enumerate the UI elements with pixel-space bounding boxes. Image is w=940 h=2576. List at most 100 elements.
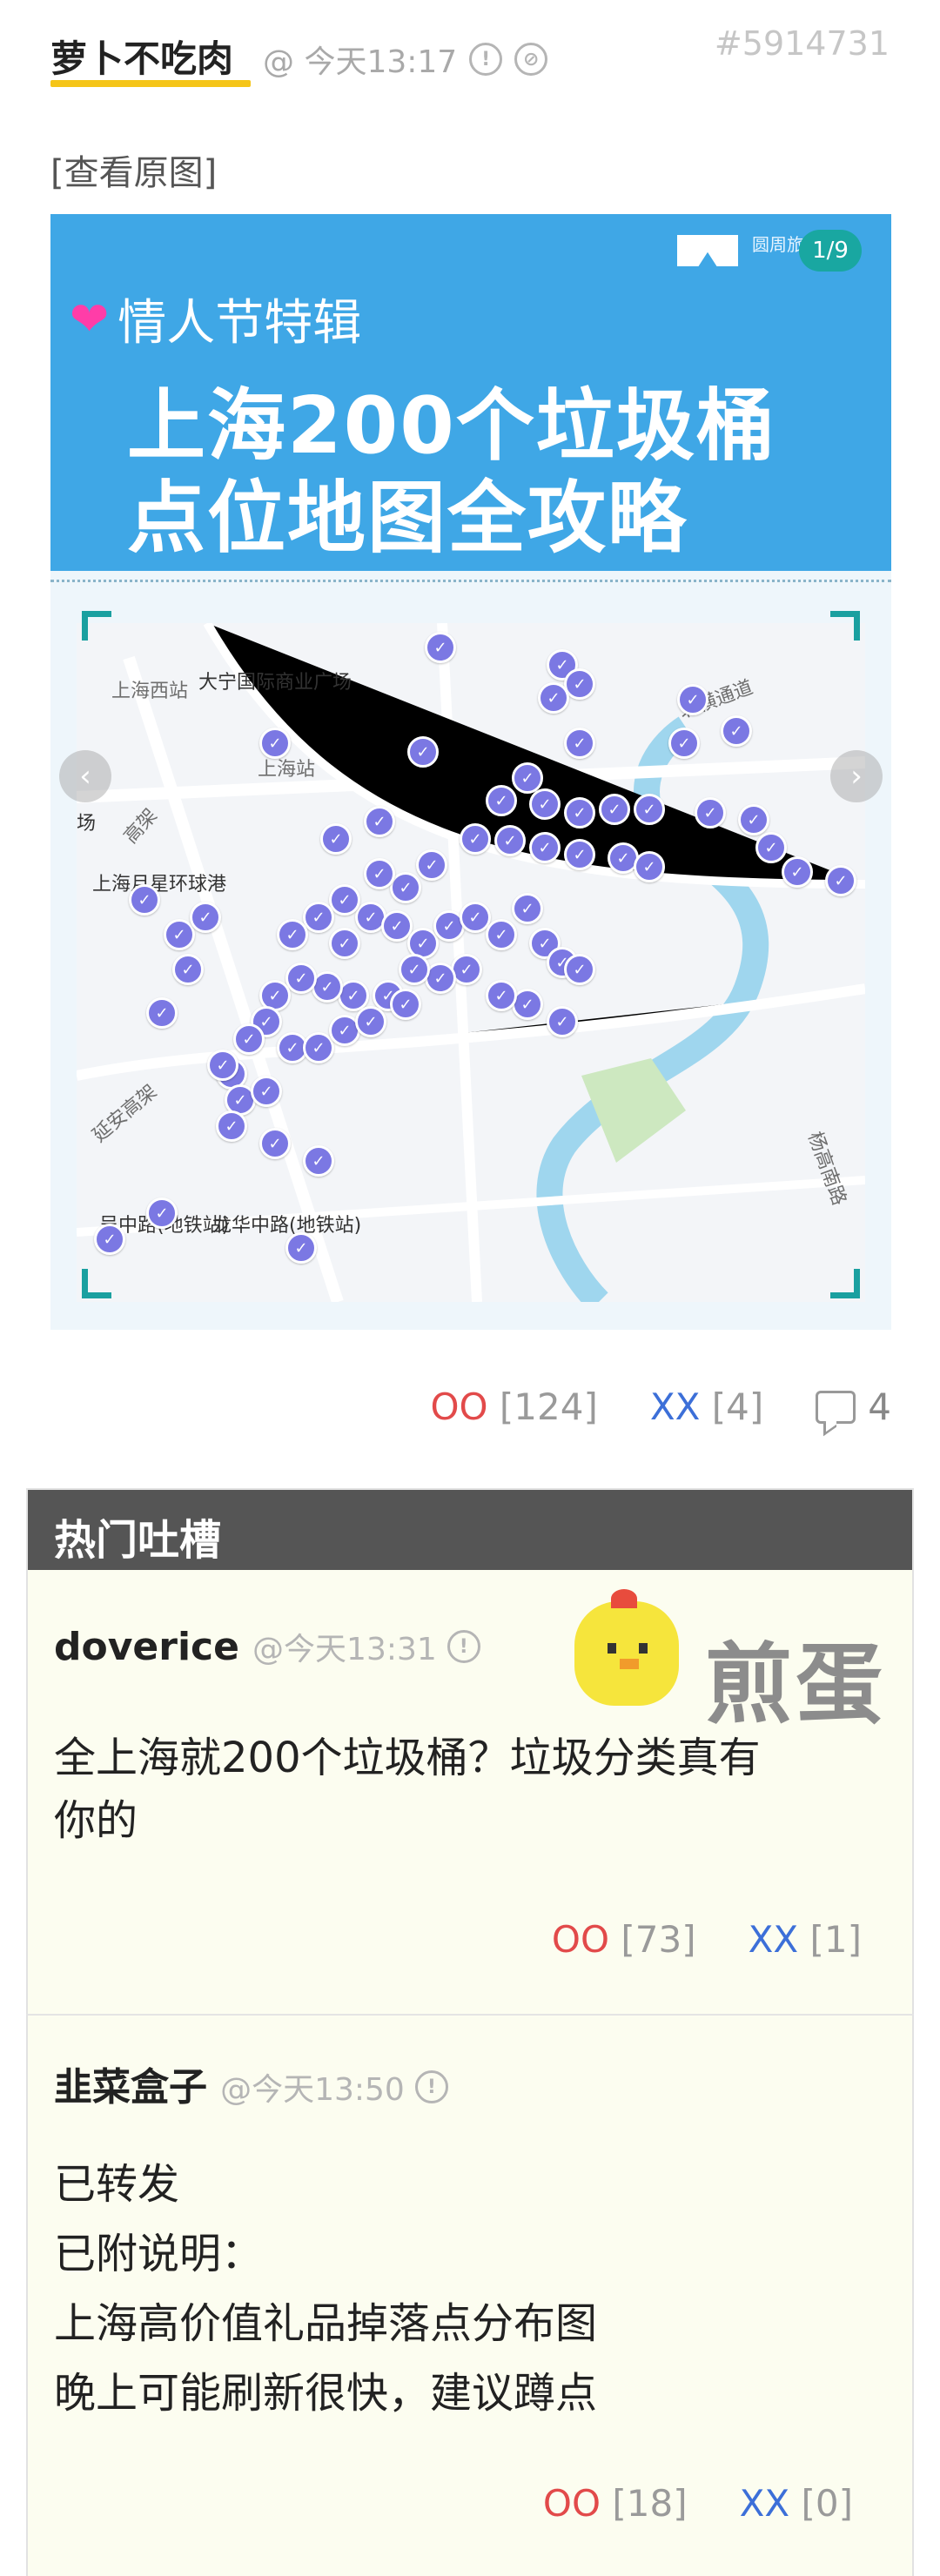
frame-corner — [82, 611, 111, 641]
check-pin-icon: ✓ — [190, 902, 221, 933]
image-divider — [50, 580, 891, 582]
comment-line: 全上海就200个垃圾桶？垃圾分类真有 — [54, 1734, 761, 1782]
oo-vote-button[interactable]: OO [124] — [430, 1385, 597, 1428]
oo-count: [124] — [499, 1385, 598, 1428]
check-pin-icon: ✓ — [494, 825, 526, 856]
comment-vote-bar: OO [18] XX [0] — [543, 2482, 853, 2525]
comments-button[interactable]: 4 — [816, 1385, 891, 1428]
comment-line: 已转发 — [54, 2160, 180, 2209]
image-banner: 圆周旅迹 1/9 ❤ 情人节特辑 上海200个垃圾桶 点位地图全攻略 — [50, 214, 891, 571]
check-pin-icon: ✓ — [216, 1110, 247, 1142]
check-pin-icon: ✓ — [146, 997, 178, 1029]
comment-divider — [26, 2014, 914, 2016]
frame-corner — [82, 1269, 111, 1298]
comment-line: 你的 — [54, 1796, 138, 1845]
xx-label: XX — [649, 1385, 701, 1428]
check-pin-icon: ✓ — [259, 1128, 291, 1159]
check-pin-icon: ✓ — [695, 797, 726, 828]
xx-count: [0] — [801, 2482, 854, 2525]
report-icon[interactable]: ! — [446, 1630, 480, 1663]
comment-time: @今天13:31 — [252, 1632, 437, 1667]
check-pin-icon: ✓ — [207, 1050, 238, 1081]
comment-author[interactable]: doverice — [54, 1625, 239, 1669]
post-time: @ 今天13:17 — [263, 44, 458, 80]
check-pin-icon: ✓ — [564, 839, 595, 870]
hot-comments-header: 热门吐槽 — [28, 1490, 912, 1570]
oo-vote-button[interactable]: OO [73] — [552, 1918, 696, 1961]
map-label: 大宁国际商业广场 — [198, 672, 352, 694]
check-pin-icon: ✓ — [755, 832, 787, 863]
xx-vote-button[interactable]: XX [1] — [749, 1918, 862, 1961]
author-underline — [50, 80, 251, 87]
check-pin-icon: ✓ — [407, 736, 439, 768]
map-label: 龙华中路(地铁站) — [212, 1215, 362, 1237]
xx-vote-button[interactable]: XX [0] — [740, 2482, 853, 2525]
check-pin-icon: ✓ — [146, 1197, 178, 1229]
map-label: 场 — [77, 813, 97, 835]
check-pin-icon: ✓ — [277, 919, 308, 950]
check-pin-icon: ✓ — [364, 858, 395, 889]
report-icon[interactable]: ! — [414, 2070, 448, 2103]
comment-item: 韭菜盒子 @今天13:50 ! — [54, 2056, 448, 2111]
hot-comments-title: 热门吐槽 — [54, 1516, 222, 1565]
check-pin-icon: ✓ — [303, 1145, 334, 1177]
oo-count: [18] — [612, 2482, 688, 2525]
check-pin-icon: ✓ — [399, 954, 430, 985]
post-meta: @ 今天13:17 ! ⊘ — [263, 37, 548, 82]
check-pin-icon: ✓ — [390, 989, 421, 1020]
oo-label: OO — [551, 1918, 610, 1961]
check-pin-icon: ✓ — [634, 851, 665, 882]
trash-bin-map: 上海西站 大宁国际商业广场 上海站 场 上海月星环球港 吴中路(地铁站) 龙华中… — [77, 623, 865, 1302]
check-pin-icon: ✓ — [486, 785, 517, 816]
check-pin-icon: ✓ — [172, 954, 204, 985]
post-id[interactable]: #5914731 — [715, 24, 890, 63]
report-icon[interactable]: ! — [469, 43, 503, 76]
check-pin-icon: ✓ — [94, 1224, 125, 1255]
block-icon[interactable]: ⊘ — [514, 43, 548, 76]
check-pin-icon: ✓ — [547, 1006, 578, 1037]
oo-count: [73] — [621, 1918, 696, 1961]
oo-label: OO — [542, 2482, 601, 2525]
banner-title-line2: 点位地图全攻略 — [127, 473, 688, 564]
banner-subtitle-row: ❤ 情人节特辑 — [70, 284, 361, 354]
comment-author[interactable]: 韭菜盒子 — [54, 2065, 207, 2110]
page-indicator: 1/9 — [799, 230, 862, 272]
comment-line: 已附说明： — [54, 2230, 264, 2278]
brand-logo-icon — [677, 235, 738, 266]
map-label: 上海西站 — [111, 681, 189, 702]
check-pin-icon: ✓ — [721, 715, 752, 747]
xx-label: XX — [748, 1918, 799, 1961]
view-original-link[interactable]: [查看原图] — [50, 144, 217, 195]
post-vote-bar: OO [124] XX [4] 4 — [430, 1385, 891, 1428]
check-pin-icon: ✓ — [599, 794, 630, 825]
check-pin-icon: ✓ — [677, 684, 708, 715]
frame-corner — [830, 1269, 860, 1298]
check-pin-icon: ✓ — [355, 1006, 386, 1037]
check-pin-icon: ✓ — [486, 980, 517, 1011]
xx-label: XX — [739, 2482, 790, 2525]
xx-vote-button[interactable]: XX [4] — [650, 1385, 763, 1428]
check-pin-icon: ✓ — [285, 1232, 317, 1264]
post-header: 萝卜不吃肉 @ 今天13:17 ! ⊘ #5914731 — [50, 24, 890, 94]
check-pin-icon: ✓ — [303, 902, 334, 933]
check-pin-icon: ✓ — [529, 832, 561, 863]
check-pin-icon: ✓ — [364, 806, 395, 837]
xx-count: [1] — [809, 1918, 863, 1961]
comment-line: 晚上可能刷新很快，建议蹲点 — [54, 2369, 598, 2418]
check-pin-icon: ✓ — [329, 928, 360, 959]
watermark-text: 煎蛋 — [705, 1633, 886, 1735]
comment-bubble-icon — [816, 1390, 856, 1424]
prev-image-button[interactable]: ‹ — [59, 750, 111, 802]
post-author[interactable]: 萝卜不吃肉 — [50, 30, 233, 83]
comment-meta: @今天13:31 ! — [252, 1624, 480, 1669]
oo-vote-button[interactable]: OO [18] — [543, 2482, 688, 2525]
xx-count: [4] — [711, 1385, 764, 1428]
next-image-button[interactable]: › — [830, 750, 883, 802]
comment-item: doverice @今天13:31 ! — [54, 1624, 480, 1669]
check-pin-icon: ✓ — [564, 728, 595, 759]
post-image[interactable]: 圆周旅迹 1/9 ❤ 情人节特辑 上海200个垃圾桶 点位地图全攻略 上海西站 … — [50, 214, 891, 1330]
check-pin-icon: ✓ — [486, 919, 517, 950]
comment-time: @今天13:50 — [220, 2072, 405, 2108]
check-pin-icon: ✓ — [251, 1076, 282, 1107]
check-pin-icon: ✓ — [259, 728, 291, 759]
